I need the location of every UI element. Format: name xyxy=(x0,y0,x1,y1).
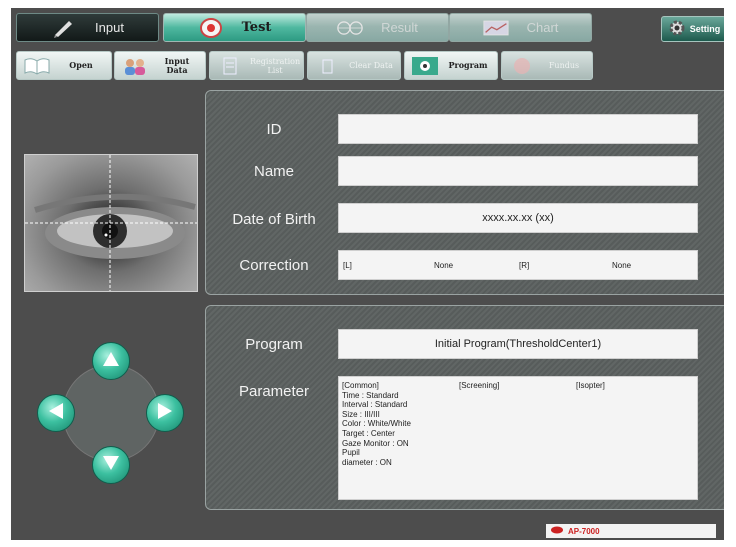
move-left-button[interactable] xyxy=(37,394,75,432)
program-button[interactable]: Program xyxy=(404,51,498,80)
screening-header: [Screening] xyxy=(459,381,500,390)
isopter-header: [Isopter] xyxy=(576,381,605,390)
program-label-text: Program xyxy=(245,336,303,353)
setting-label: Setting xyxy=(689,24,721,34)
eye-camera-view xyxy=(24,154,198,292)
correction-label: Correction xyxy=(239,257,309,274)
tab-test-label: Test xyxy=(241,20,272,35)
parameter-box: [Common] Time : Standard Interval : Stan… xyxy=(338,376,698,500)
clear-data-button[interactable]: Clear Data xyxy=(307,51,401,80)
move-up-button[interactable] xyxy=(92,342,130,380)
param-line: diameter : ON xyxy=(342,457,392,467)
setting-button[interactable]: Setting xyxy=(661,16,724,42)
program-label: Program xyxy=(448,60,488,70)
registration-list-button[interactable]: Registration List xyxy=(209,51,304,80)
joystick-pad xyxy=(31,338,191,488)
program-value: Initial Program(ThresholdCenter1) xyxy=(434,338,602,350)
chart-icon xyxy=(483,18,509,38)
arrow-up-icon xyxy=(102,351,120,372)
correction-left-value: None xyxy=(434,261,454,270)
id-field[interactable] xyxy=(338,114,698,144)
tab-input-label: Input xyxy=(95,20,124,35)
input-data-label: Input Data xyxy=(164,55,190,75)
param-line: Pupil xyxy=(342,448,360,458)
name-field[interactable] xyxy=(338,156,698,186)
input-data-button[interactable]: Input Data xyxy=(114,51,206,80)
tab-chart-label: Chart xyxy=(526,20,559,35)
correction-left-label: [L] xyxy=(343,261,352,270)
result-grid-icon xyxy=(337,18,363,38)
model-name: AP-7000 xyxy=(568,526,600,536)
tab-result[interactable]: Result xyxy=(306,13,449,42)
gear-icon xyxy=(667,18,687,40)
arrow-left-icon xyxy=(48,402,64,425)
common-header: [Common] xyxy=(342,381,379,390)
param-line: Target : Center xyxy=(342,428,395,438)
dob-label: Date of Birth xyxy=(232,211,316,228)
correction-field[interactable]: [L] None [R] None xyxy=(338,250,698,280)
tab-test[interactable]: Test xyxy=(163,13,306,42)
open-book-icon xyxy=(23,56,51,76)
program-field[interactable]: Initial Program(ThresholdCenter1) xyxy=(338,329,698,359)
people-icon xyxy=(121,56,149,76)
program-eye-icon xyxy=(411,56,439,76)
fundus-label: Fundus xyxy=(548,61,580,70)
arrow-right-icon xyxy=(157,402,173,425)
id-label: ID xyxy=(266,121,282,138)
param-line: Time : Standard xyxy=(342,390,399,400)
fundus-button[interactable]: Fundus xyxy=(501,51,593,80)
tab-result-label: Result xyxy=(381,20,418,35)
param-line: Size : III/III xyxy=(342,409,380,419)
arrow-down-icon xyxy=(102,455,120,476)
clear-data-label: Clear Data xyxy=(349,61,393,70)
dob-field[interactable]: xxxx.xx.xx (xx) xyxy=(338,203,698,233)
registration-list-label: Registration List xyxy=(250,56,301,75)
open-button[interactable]: Open xyxy=(16,51,112,80)
move-right-button[interactable] xyxy=(146,394,184,432)
name-label: Name xyxy=(253,163,294,180)
dob-value: xxxx.xx.xx (xx) xyxy=(482,212,554,224)
param-line: Gaze Monitor : ON xyxy=(342,438,409,448)
correction-right-value: None xyxy=(612,261,632,270)
parameter-label: Parameter xyxy=(238,383,310,400)
fundus-icon xyxy=(508,56,536,76)
patient-info-panel: ID Name Date of Birth xxxx.xx.xx (xx) Co… xyxy=(205,90,724,295)
pen-icon xyxy=(51,18,77,38)
move-down-button[interactable] xyxy=(92,446,130,484)
application-window: Input Test Result Chart Setting Open Inp… xyxy=(11,8,724,540)
param-line: Interval : Standard xyxy=(342,400,408,410)
param-line: Color : White/White xyxy=(342,419,411,429)
tab-chart[interactable]: Chart xyxy=(449,13,592,42)
list-icon xyxy=(216,56,244,76)
common-parameters: [Common] Time : Standard Interval : Stan… xyxy=(342,381,411,467)
target-icon xyxy=(198,17,224,38)
correction-right-label: [R] xyxy=(519,261,530,270)
eraser-icon xyxy=(314,56,342,76)
brand-logo-icon xyxy=(550,526,564,536)
tab-input[interactable]: Input xyxy=(16,13,159,42)
footer-device-label: AP-7000 xyxy=(546,524,716,538)
eye-image xyxy=(25,155,197,291)
open-label: Open xyxy=(69,60,93,70)
program-panel: Program Initial Program(ThresholdCenter1… xyxy=(205,305,724,510)
